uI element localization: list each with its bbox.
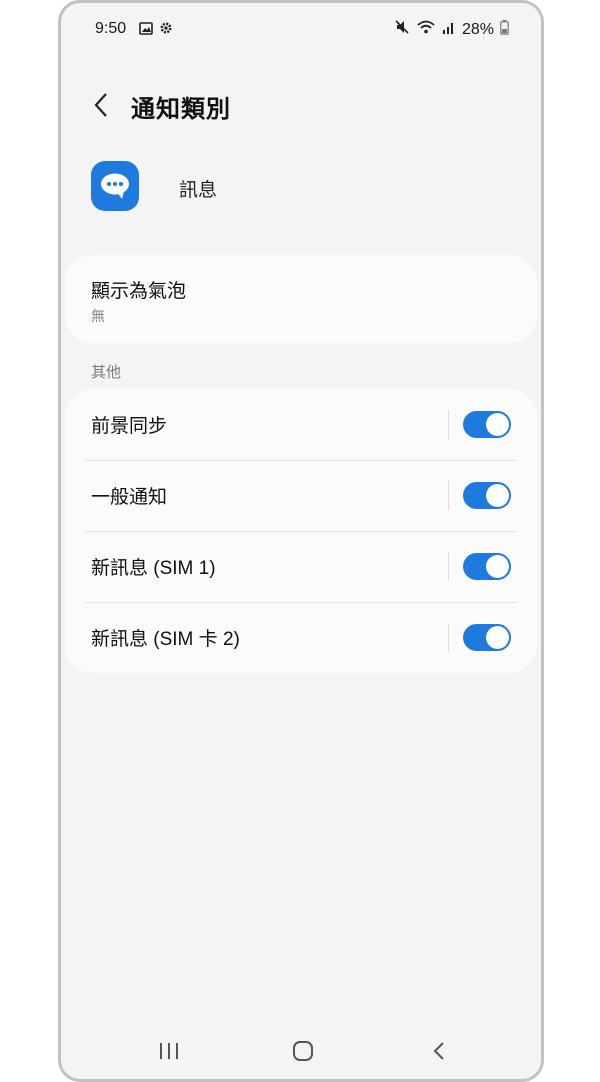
category-toggle[interactable] — [463, 624, 511, 651]
wifi-icon — [416, 19, 436, 40]
bubble-setting-value: 無 — [91, 308, 105, 324]
home-icon[interactable] — [283, 1031, 323, 1071]
battery-icon — [500, 19, 509, 40]
page-title: 通知類別 — [131, 96, 231, 123]
recents-icon[interactable] — [149, 1031, 189, 1071]
messages-app-icon — [91, 161, 139, 211]
bubble-setting-title: 顯示為氣泡 — [91, 281, 187, 302]
category-label: 新訊息 (SIM 卡 2) — [91, 629, 240, 650]
toggle-knob — [486, 413, 509, 436]
phone-screen: 9:50 28% 通知類別 訊息 顯示為氣泡 無 其他 前景同步 一般通知 新訊… — [58, 0, 544, 1082]
row-separator — [448, 623, 449, 652]
bubble-setting-card[interactable]: 顯示為氣泡 無 — [65, 255, 537, 343]
toggle-knob — [486, 555, 509, 578]
gear-icon — [159, 21, 173, 40]
image-icon — [139, 21, 153, 40]
row-separator — [448, 410, 449, 439]
app-bar: 通知類別 — [61, 81, 541, 129]
category-toggle[interactable] — [463, 411, 511, 438]
app-info: 訊息 — [91, 161, 541, 211]
category-label: 一般通知 — [91, 487, 168, 508]
row-separator — [448, 552, 449, 581]
back-arrow-icon[interactable] — [85, 89, 117, 121]
category-label: 前景同步 — [91, 416, 168, 437]
app-name: 訊息 — [179, 180, 218, 201]
category-row[interactable]: 前景同步 — [65, 389, 537, 460]
categories-card: 前景同步 一般通知 新訊息 (SIM 1) 新訊息 (SIM 卡 2) — [65, 389, 537, 673]
status-bar: 9:50 28% — [61, 3, 541, 55]
category-row[interactable]: 新訊息 (SIM 1) — [65, 531, 537, 602]
category-toggle[interactable] — [463, 482, 511, 509]
section-header: 其他 — [91, 364, 122, 381]
category-row[interactable]: 新訊息 (SIM 卡 2) — [65, 602, 537, 673]
signal-icon — [442, 20, 456, 39]
category-row[interactable]: 一般通知 — [65, 460, 537, 531]
status-time: 9:50 — [95, 20, 127, 37]
battery-percent: 28% — [461, 20, 494, 38]
row-separator — [448, 481, 449, 510]
navigation-bar — [61, 1021, 541, 1079]
toggle-knob — [486, 626, 509, 649]
category-toggle[interactable] — [463, 553, 511, 580]
mute-icon — [394, 19, 410, 40]
back-icon[interactable] — [419, 1031, 459, 1071]
category-label: 新訊息 (SIM 1) — [91, 558, 216, 579]
toggle-knob — [486, 484, 509, 507]
